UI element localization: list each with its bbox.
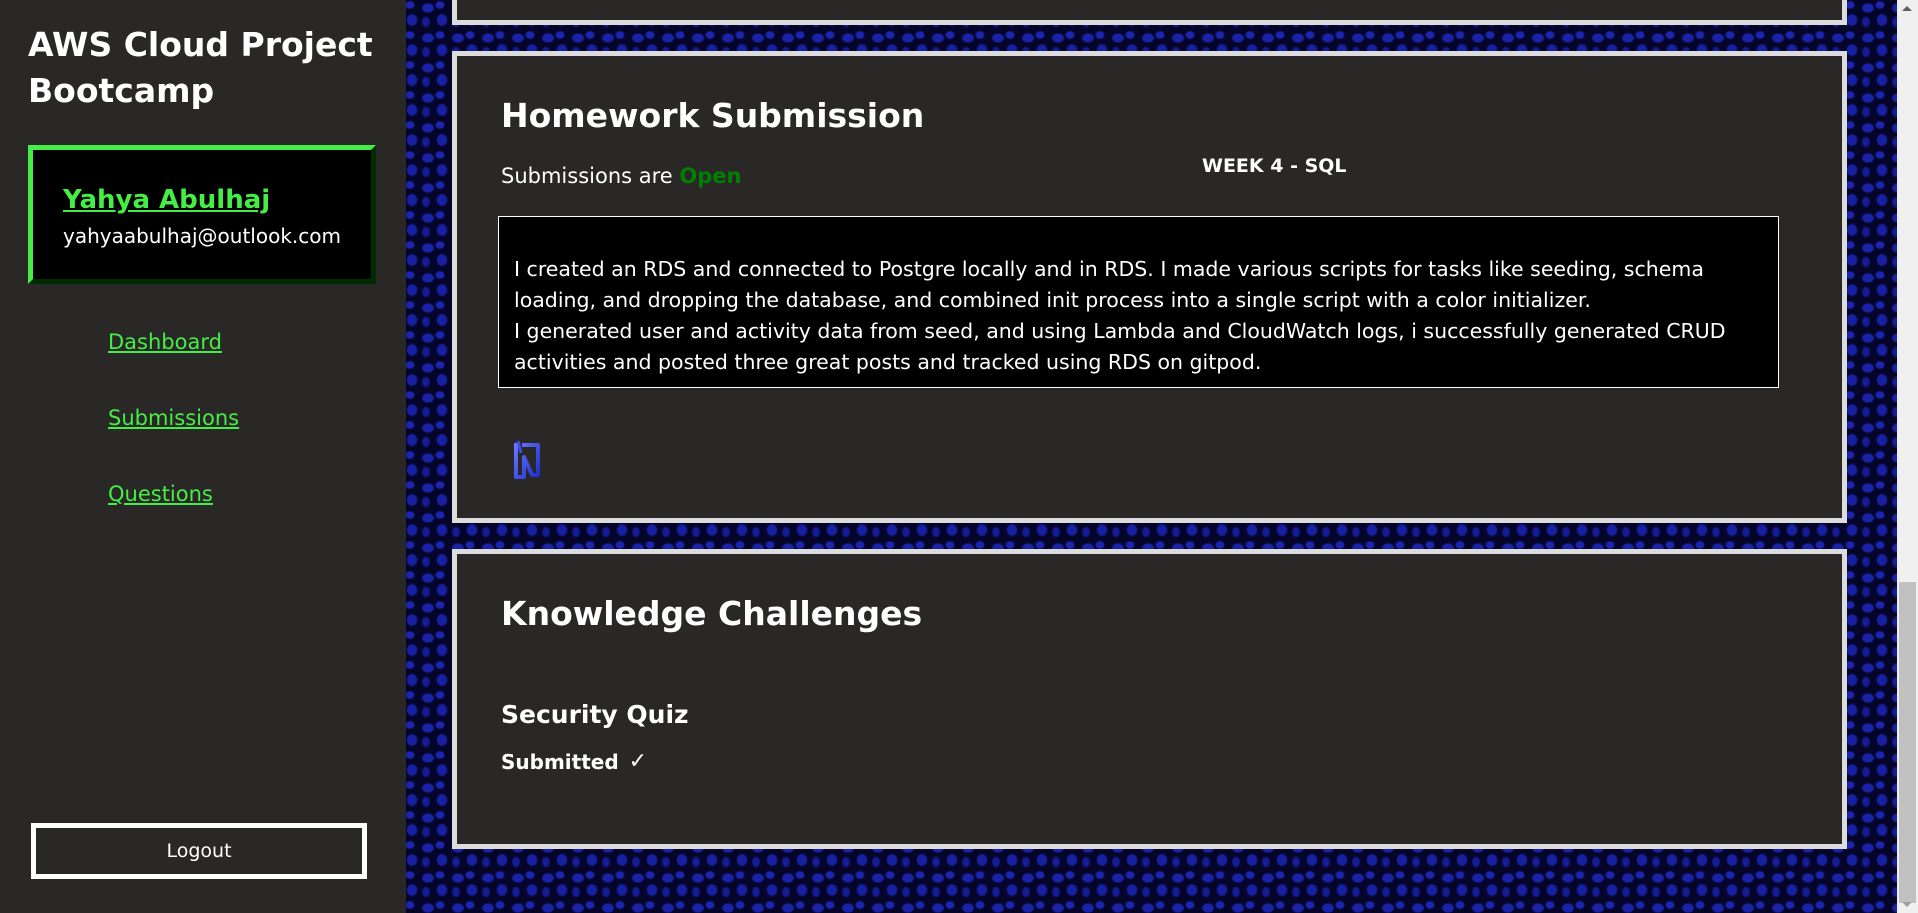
app-title: AWS Cloud Project Bootcamp (28, 25, 373, 110)
homework-submission-panel: Homework Submission Submissions are Open… (452, 51, 1847, 523)
knowledge-title: Knowledge Challenges (501, 594, 923, 633)
homework-title: Homework Submission (501, 96, 925, 135)
status-prefix: Submissions are (501, 164, 673, 188)
scroll-down-arrow-icon[interactable] (1902, 902, 1912, 907)
edit-icon[interactable] (512, 437, 542, 481)
check-icon: ✓ (628, 749, 648, 774)
submission-textarea[interactable]: I created an RDS and connected to Postgr… (498, 216, 1779, 388)
week-label: WEEK 4 - SQL (1202, 155, 1347, 177)
profile-name-link[interactable]: Yahya Abulhaj (63, 185, 270, 215)
vertical-scrollbar[interactable] (1897, 0, 1918, 913)
nav-link-questions[interactable]: Questions (108, 482, 213, 506)
sidebar: AWS Cloud Project Bootcamp Yahya Abulhaj… (0, 0, 406, 913)
logout-button[interactable]: Logout (31, 823, 367, 879)
profile-email: yahyaabulhaj@outlook.com (63, 224, 341, 248)
quiz-status-label: Submitted (501, 749, 619, 774)
scrollbar-thumb[interactable] (1899, 582, 1916, 903)
nav-link-dashboard[interactable]: Dashboard (108, 330, 222, 354)
scroll-up-arrow-icon[interactable] (1902, 6, 1912, 11)
previous-panel (452, 0, 1847, 25)
status-open-badge: Open (679, 164, 742, 188)
quiz-status: Submitted ✓ (501, 749, 647, 774)
quiz-title: Security Quiz (501, 700, 689, 729)
knowledge-challenges-panel: Knowledge Challenges Security Quiz Submi… (452, 549, 1847, 849)
profile-card: Yahya Abulhaj yahyaabulhaj@outlook.com (28, 145, 376, 284)
submission-status: Submissions are Open (501, 164, 741, 188)
nav-link-submissions[interactable]: Submissions (108, 406, 239, 430)
